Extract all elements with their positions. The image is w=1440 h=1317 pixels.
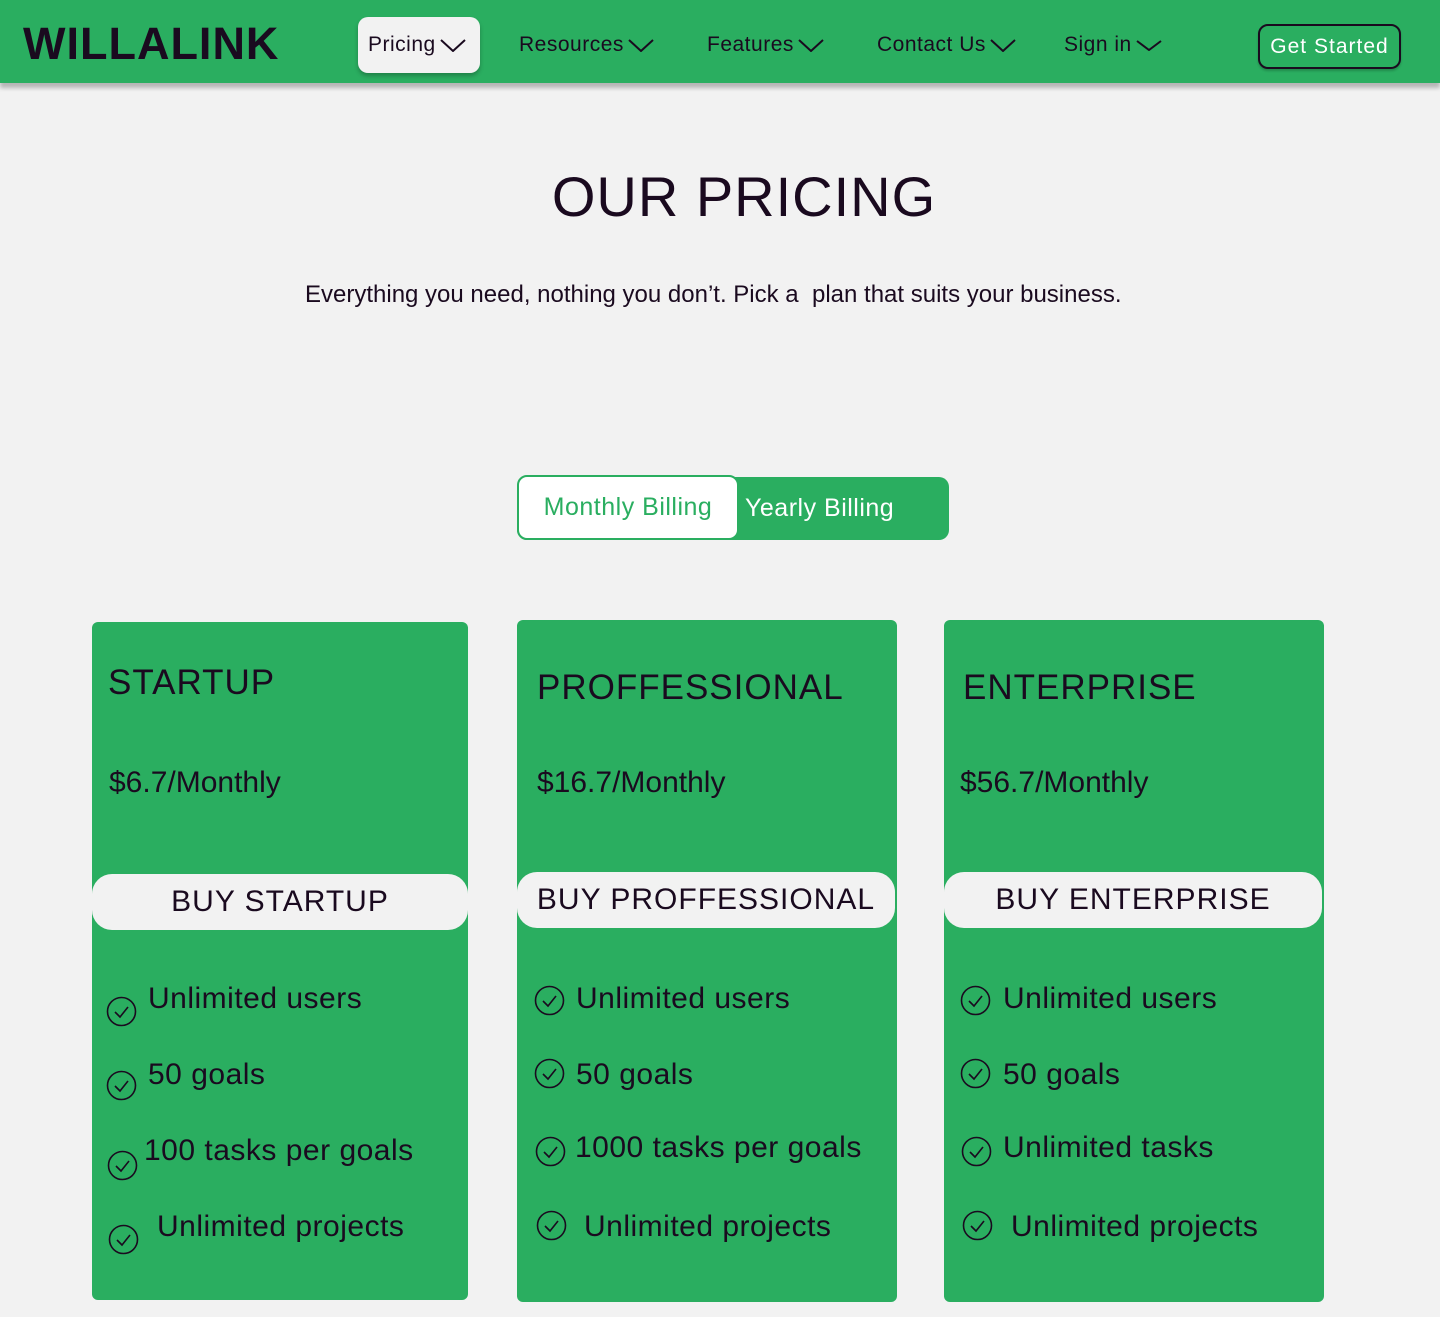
nav-contact-us[interactable]: Contact Us bbox=[877, 17, 1016, 73]
nav-features[interactable]: Features bbox=[707, 17, 824, 73]
nav-contact-us-label: Contact Us bbox=[877, 33, 986, 56]
check-circle-icon bbox=[534, 985, 565, 1016]
feature-item: 50 goals bbox=[148, 1058, 266, 1091]
feature-item: Unlimited projects bbox=[1011, 1210, 1259, 1243]
nav-sign-in-label: Sign in bbox=[1064, 33, 1132, 56]
feature-item: Unlimited users bbox=[148, 982, 363, 1015]
plan-price: $56.7/Monthly bbox=[960, 766, 1149, 799]
buy-startup-button[interactable]: BUY STARTUP bbox=[92, 874, 468, 930]
yearly-billing-option[interactable]: Yearly Billing bbox=[745, 477, 894, 540]
nav-resources-label: Resources bbox=[519, 33, 624, 56]
get-started-button[interactable]: Get Started bbox=[1258, 24, 1401, 69]
check-circle-icon bbox=[107, 1150, 138, 1181]
plan-card-enterprise: ENTERPRISE $56.7/Monthly BUY ENTERPRISE … bbox=[944, 620, 1324, 1302]
page-title: OUR PRICING bbox=[551, 165, 937, 228]
chevron-down-icon bbox=[628, 38, 654, 52]
nav-sign-in[interactable]: Sign in bbox=[1064, 17, 1162, 73]
feature-item: Unlimited users bbox=[576, 982, 791, 1015]
billing-toggle: Monthly Billing Yearly Billing bbox=[517, 475, 949, 540]
check-circle-icon bbox=[962, 1210, 993, 1241]
feature-item: Unlimited tasks bbox=[1003, 1131, 1214, 1164]
check-circle-icon bbox=[535, 1136, 566, 1167]
buy-proffessional-button[interactable]: BUY PROFFESSIONAL bbox=[517, 872, 895, 928]
feature-item: Unlimited projects bbox=[584, 1210, 832, 1243]
feature-item: 50 goals bbox=[1003, 1058, 1121, 1091]
check-circle-icon bbox=[108, 1224, 139, 1255]
chevron-down-icon bbox=[440, 38, 466, 52]
check-circle-icon bbox=[534, 1058, 565, 1089]
nav-features-label: Features bbox=[707, 33, 794, 56]
buy-enterprise-button[interactable]: BUY ENTERPRISE bbox=[944, 872, 1322, 928]
feature-item: 50 goals bbox=[576, 1058, 694, 1091]
plan-name: PROFFESSIONAL bbox=[537, 668, 844, 707]
feature-item: 100 tasks per goals bbox=[144, 1134, 414, 1167]
check-circle-icon bbox=[536, 1210, 567, 1241]
plan-price: $6.7/Monthly bbox=[109, 766, 281, 799]
logo[interactable]: WILLALINK bbox=[23, 18, 279, 70]
page-subtitle: Everything you need, nothing you don’t. … bbox=[305, 281, 1122, 308]
check-circle-icon bbox=[106, 996, 137, 1027]
chevron-down-icon bbox=[1136, 39, 1162, 51]
check-circle-icon bbox=[106, 1070, 137, 1101]
plan-price: $16.7/Monthly bbox=[537, 766, 726, 799]
check-circle-icon bbox=[960, 1058, 991, 1089]
navbar: WILLALINK Pricing Resources Features Con… bbox=[0, 0, 1440, 83]
chevron-down-icon bbox=[798, 38, 824, 52]
feature-item: Unlimited users bbox=[1003, 982, 1218, 1015]
plan-card-proffessional: PROFFESSIONAL $16.7/Monthly BUY PROFFESS… bbox=[517, 620, 897, 1302]
plan-name: STARTUP bbox=[108, 663, 276, 702]
plan-name: ENTERPRISE bbox=[963, 668, 1197, 707]
check-circle-icon bbox=[960, 985, 991, 1016]
feature-item: 1000 tasks per goals bbox=[575, 1131, 862, 1164]
nav-resources[interactable]: Resources bbox=[519, 17, 654, 73]
monthly-billing-option[interactable]: Monthly Billing bbox=[517, 475, 739, 540]
nav-pricing[interactable]: Pricing bbox=[358, 17, 480, 73]
feature-item: Unlimited projects bbox=[157, 1210, 405, 1243]
check-circle-icon bbox=[961, 1136, 992, 1167]
chevron-down-icon bbox=[990, 38, 1016, 52]
nav-pricing-label: Pricing bbox=[368, 33, 436, 56]
plan-card-startup: STARTUP $6.7/Monthly BUY STARTUP Unlimit… bbox=[92, 622, 468, 1300]
